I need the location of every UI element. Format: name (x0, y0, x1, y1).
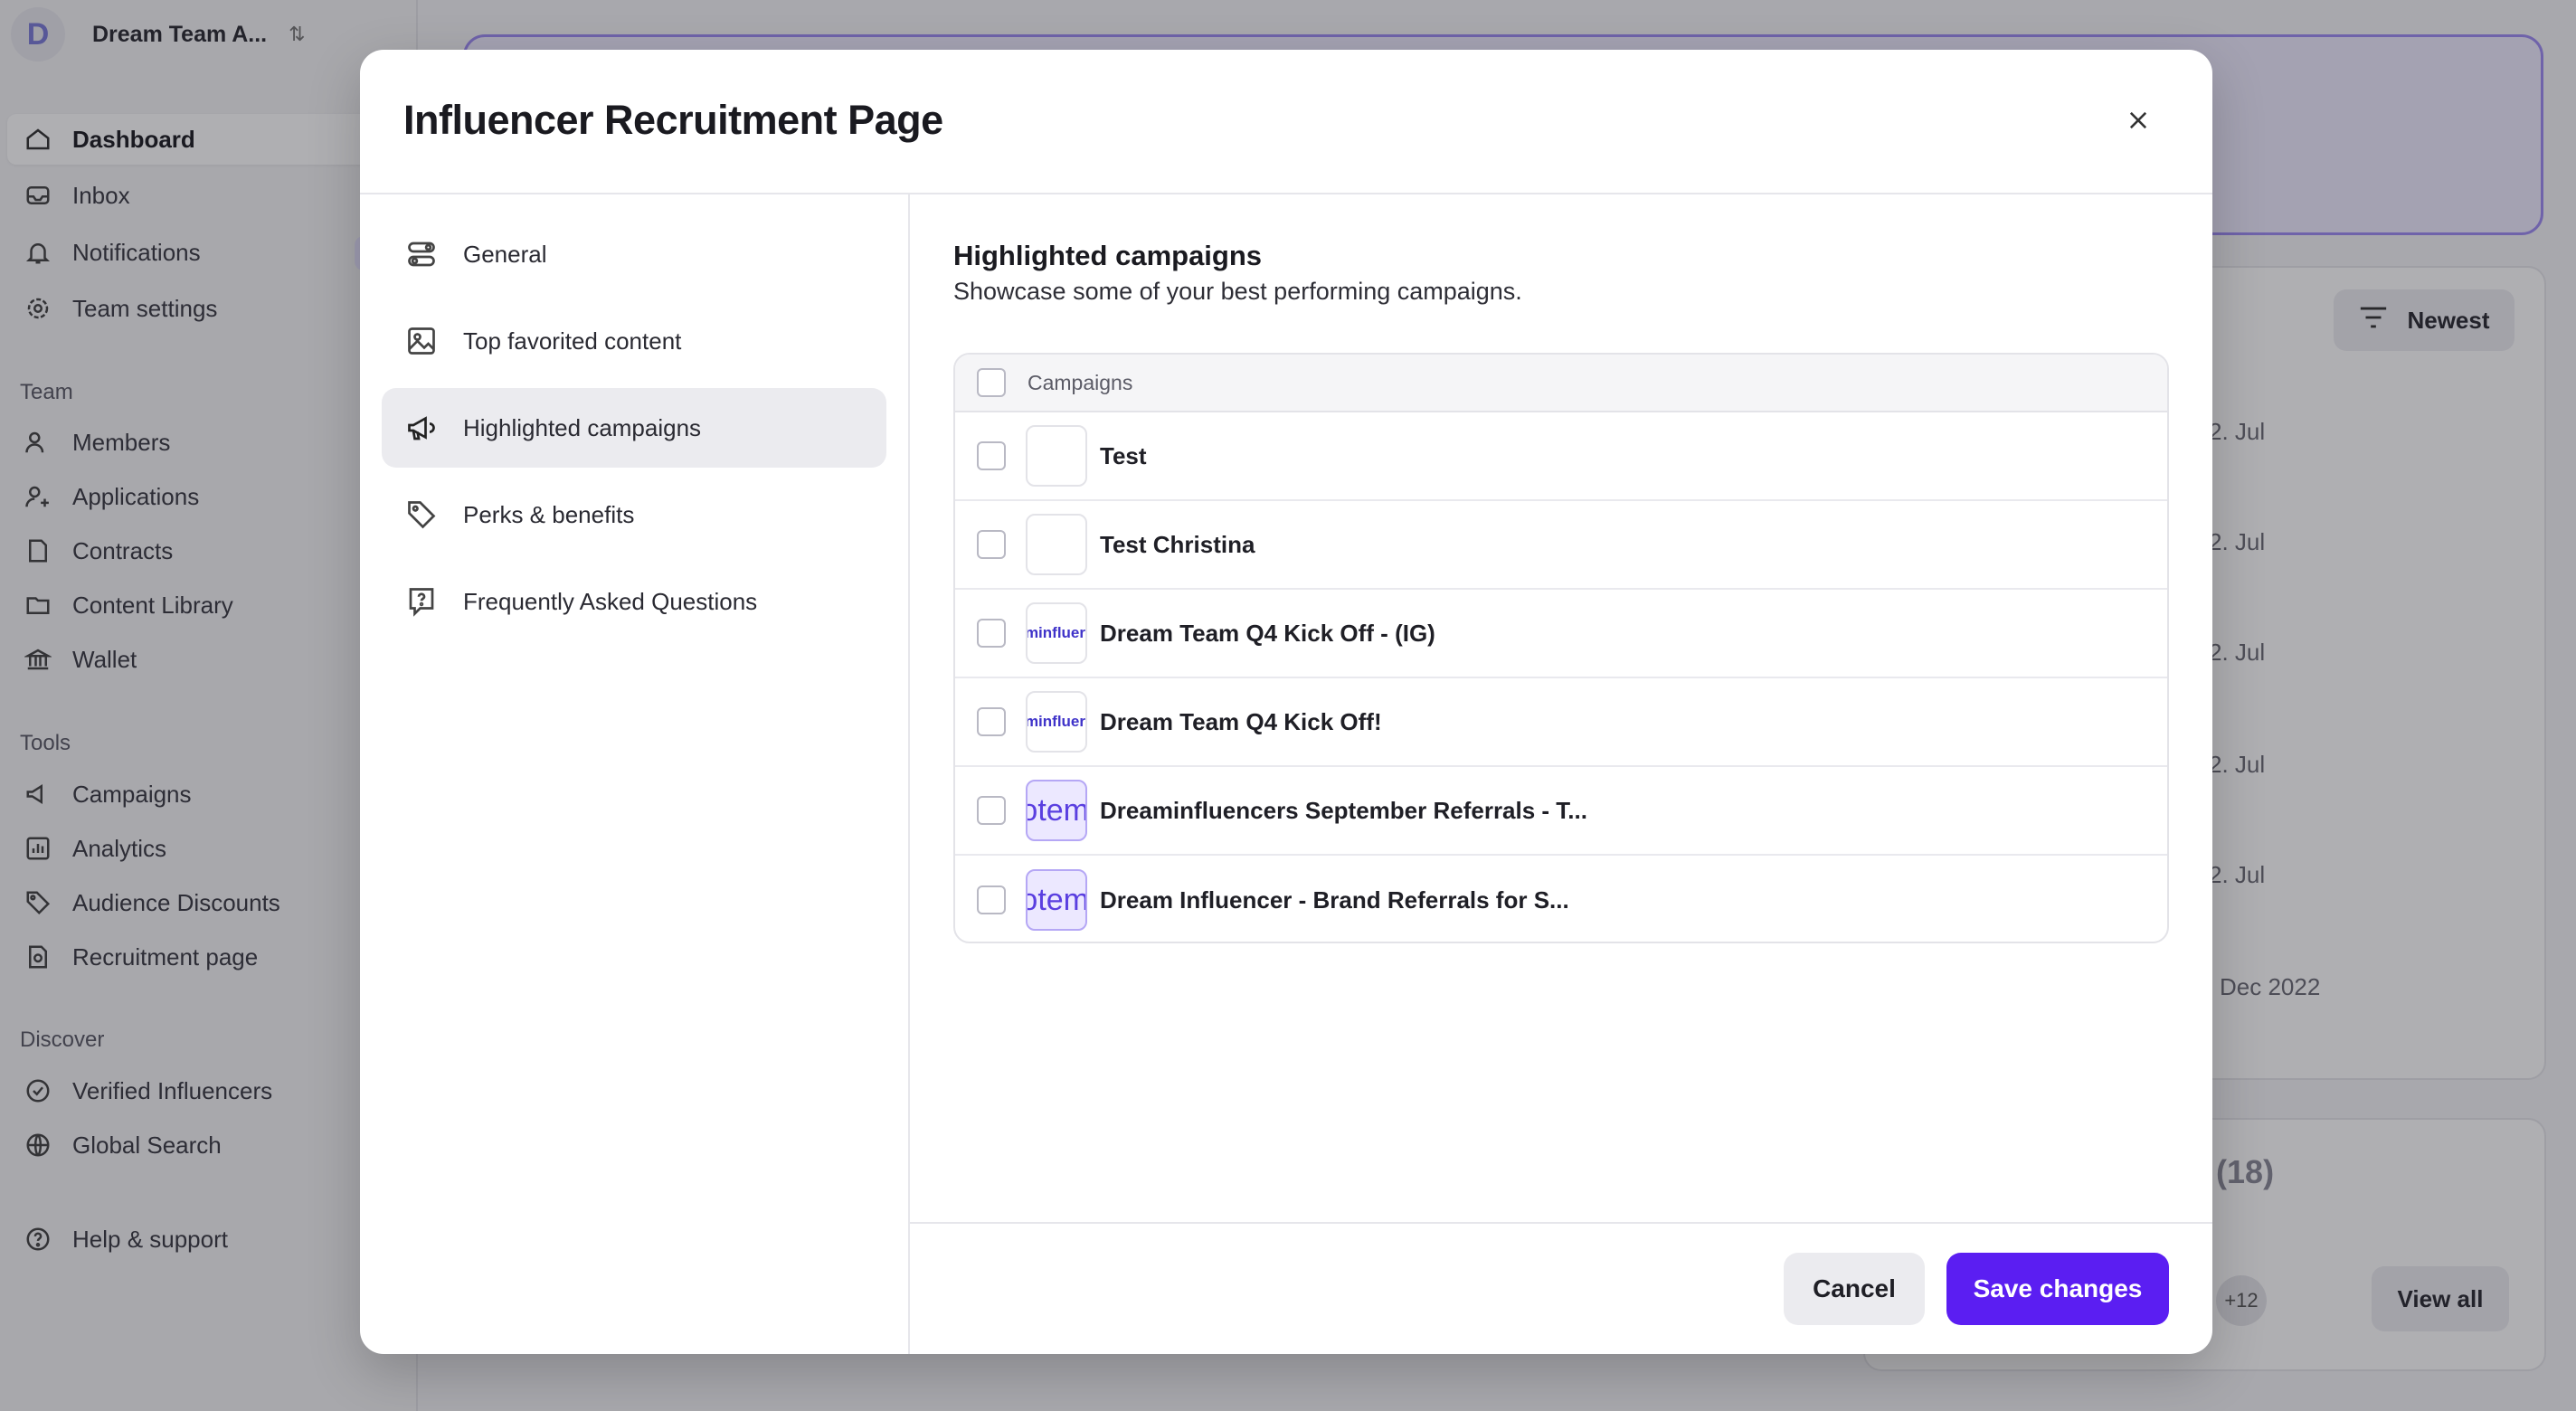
tab-faq[interactable]: Frequently Asked Questions (382, 562, 886, 641)
modal-footer: Cancel Save changes (910, 1222, 2212, 1354)
campaign-name: Dream Influencer - Brand Referrals for S… (1100, 885, 1569, 914)
table-row[interactable]: Test (955, 412, 2167, 501)
tab-general[interactable]: General (382, 214, 886, 294)
table-row[interactable]: minfluer Dream Team Q4 Kick Off - (IG) (955, 590, 2167, 678)
campaign-thumbnail (1026, 514, 1087, 575)
row-checkbox[interactable] (977, 619, 1006, 648)
image-icon (403, 323, 440, 359)
table-row[interactable]: Test Christina (955, 501, 2167, 590)
table-row[interactable]: otem Dream Influencer - Brand Referrals … (955, 856, 2167, 942)
campaign-thumbnail (1026, 425, 1087, 487)
section-subtitle: Showcase some of your best performing ca… (953, 278, 1522, 305)
close-button[interactable] (2122, 104, 2155, 137)
table-header: Campaigns (955, 355, 2167, 412)
megaphone-icon (403, 410, 440, 446)
tab-label: General (463, 240, 547, 268)
tab-label: Frequently Asked Questions (463, 587, 758, 615)
column-header-campaigns: Campaigns (1028, 370, 1133, 394)
tab-label: Top favorited content (463, 327, 682, 355)
toggles-icon (403, 236, 440, 272)
campaign-name: Dream Team Q4 Kick Off! (1100, 707, 1382, 735)
modal-title: Influencer Recruitment Page (403, 97, 943, 143)
section-title: Highlighted campaigns (953, 240, 1263, 271)
modal-tab-list: General Top favorited content Highlighte… (360, 194, 910, 1354)
modal-content: Highlighted campaigns Showcase some of y… (910, 194, 2212, 1354)
table-row[interactable]: minfluer Dream Team Q4 Kick Off! (955, 678, 2167, 767)
recruitment-page-modal: Influencer Recruitment Page General Top … (360, 50, 2212, 1354)
tab-label: Highlighted campaigns (463, 413, 702, 441)
campaign-thumbnail: otem (1026, 780, 1087, 841)
campaign-name: Test Christina (1100, 530, 1255, 558)
row-checkbox[interactable] (977, 441, 1006, 470)
table-row[interactable]: otem Dreaminfluencers September Referral… (955, 767, 2167, 856)
close-icon (2129, 111, 2147, 129)
modal-header: Influencer Recruitment Page (360, 50, 2212, 194)
campaign-thumbnail: minfluer (1026, 602, 1087, 664)
save-changes-button[interactable]: Save changes (1946, 1253, 2169, 1325)
select-all-checkbox[interactable] (977, 368, 1006, 397)
row-checkbox[interactable] (977, 707, 1006, 736)
campaign-thumbnail: minfluer (1026, 691, 1087, 753)
campaign-name: Test (1100, 441, 1147, 469)
tab-label: Perks & benefits (463, 500, 635, 528)
tag-icon (403, 497, 440, 533)
campaign-thumbnail: otem (1026, 869, 1087, 931)
row-checkbox[interactable] (977, 885, 1006, 914)
campaigns-table: Campaigns Test Test Christina minfluer D… (953, 353, 2169, 943)
row-checkbox[interactable] (977, 796, 1006, 825)
campaign-name: Dreaminfluencers September Referrals - T… (1100, 796, 1587, 824)
tab-perks-benefits[interactable]: Perks & benefits (382, 475, 886, 554)
question-bubble-icon (403, 583, 440, 620)
cancel-button[interactable]: Cancel (1784, 1253, 1925, 1325)
campaign-name: Dream Team Q4 Kick Off - (IG) (1100, 619, 1435, 647)
tab-top-favorited-content[interactable]: Top favorited content (382, 301, 886, 381)
row-checkbox[interactable] (977, 530, 1006, 559)
tab-highlighted-campaigns[interactable]: Highlighted campaigns (382, 388, 886, 468)
